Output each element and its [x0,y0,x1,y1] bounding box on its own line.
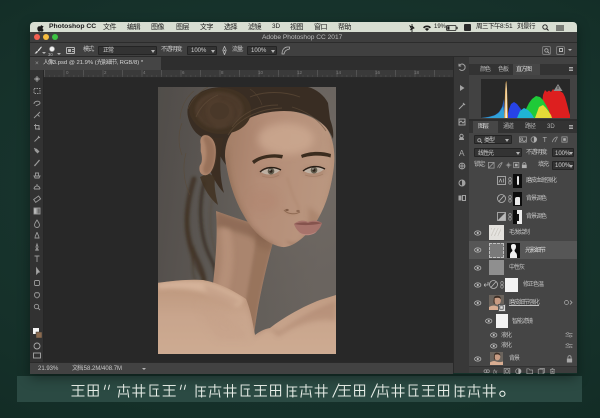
svg-text:A: A [459,148,465,158]
svg-text:T: T [543,137,548,143]
svg-text:fx: fx [493,369,497,374]
